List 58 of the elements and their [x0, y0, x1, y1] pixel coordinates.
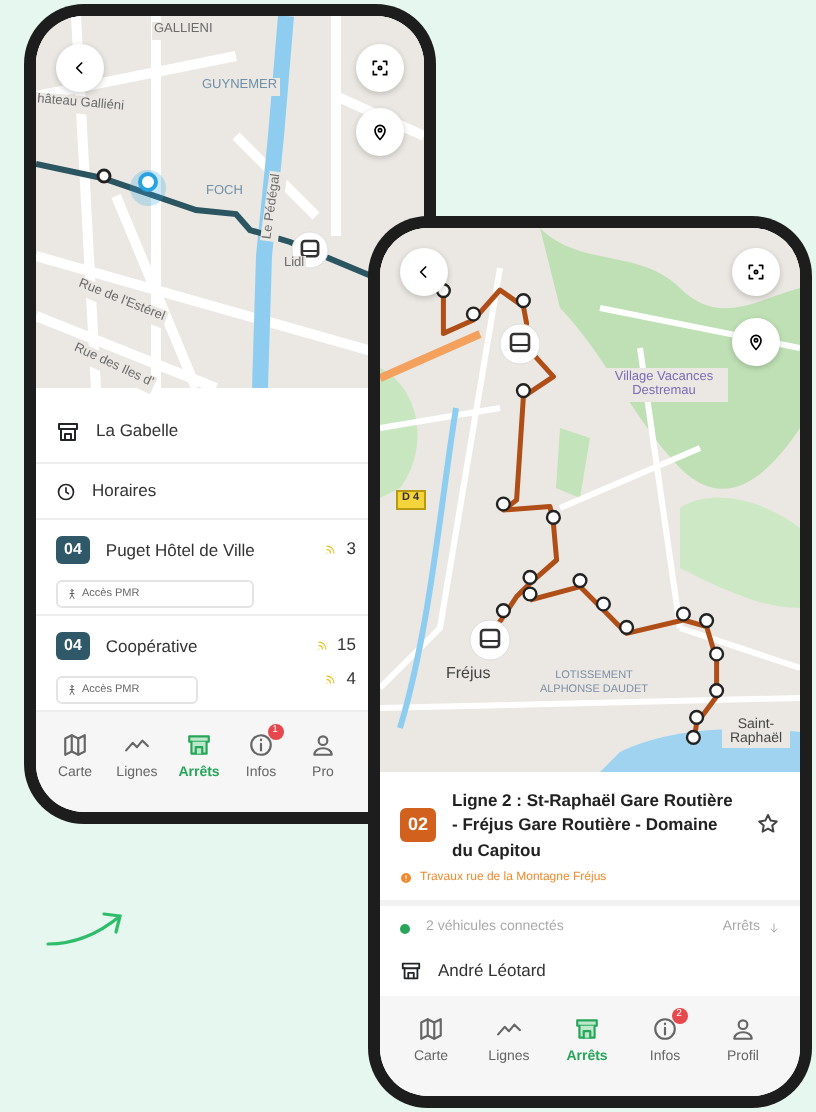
- line-number-badge: 02: [400, 807, 437, 842]
- stop-marker[interactable]: [685, 729, 701, 745]
- map-label: Fréjus: [444, 664, 493, 684]
- location-pin-marker[interactable]: [130, 170, 166, 206]
- route-title: Ligne 2 : St-Raphaël Gare Routière - Fréjus Gare Routière - Domaine du Capitou: [452, 788, 735, 862]
- map-icon: [62, 732, 88, 758]
- stop-marker[interactable]: [522, 569, 538, 585]
- map-icon: [418, 1016, 444, 1042]
- stop-marker[interactable]: [515, 293, 531, 309]
- stop-marker[interactable]: [495, 603, 511, 619]
- stop-title: La Gabelle: [96, 418, 179, 444]
- departure-time: 15: [337, 632, 356, 658]
- stop-marker[interactable]: [709, 646, 725, 662]
- schedule-label: Horaires: [92, 478, 157, 504]
- user-icon: [730, 1016, 756, 1042]
- stop-marker[interactable]: [465, 306, 481, 322]
- info-icon: [652, 1016, 678, 1042]
- stop-marker[interactable]: [495, 496, 511, 512]
- stop-marker[interactable]: [709, 683, 725, 699]
- shop-icon: [186, 732, 212, 758]
- location-pin-icon: [370, 122, 390, 142]
- stop-marker[interactable]: [699, 613, 715, 629]
- clock-icon: [56, 481, 76, 501]
- realtime-icon: [324, 671, 339, 686]
- stop-name: Puget Hôtel de Ville: [105, 537, 255, 563]
- focus-icon: [746, 262, 766, 282]
- person-icon: [66, 588, 78, 601]
- stop-marker[interactable]: [522, 586, 538, 602]
- bus-stop-marker[interactable]: [469, 619, 511, 661]
- info-icon: [248, 732, 274, 758]
- stop-marker[interactable]: [96, 168, 112, 184]
- line-number-badge: 04: [56, 632, 90, 660]
- status-dot: [400, 923, 410, 934]
- stop-marker[interactable]: [675, 606, 691, 622]
- line-number-badge: 04: [56, 536, 90, 564]
- arrow-down-icon: [768, 922, 780, 935]
- user-icon: [310, 732, 336, 758]
- shop-icon: [56, 419, 80, 443]
- focus-icon: [370, 58, 390, 78]
- person-icon: [66, 684, 78, 697]
- stop-marker[interactable]: [545, 509, 561, 525]
- stop-marker[interactable]: [572, 573, 588, 589]
- stop-name: Coopérative: [105, 633, 198, 659]
- realtime-icon: [324, 541, 339, 556]
- stop-marker[interactable]: [515, 383, 531, 399]
- stop-marker[interactable]: [619, 619, 635, 635]
- departure-time: 3: [346, 536, 356, 562]
- location-pin-icon: [746, 332, 766, 352]
- stop-name: André Léotard: [438, 958, 546, 985]
- warning-icon: [400, 872, 412, 885]
- stop-marker[interactable]: [689, 709, 705, 725]
- stop-marker[interactable]: [595, 596, 611, 612]
- bus-stop-marker[interactable]: [499, 323, 541, 365]
- star-icon: [756, 812, 780, 837]
- realtime-icon: [315, 637, 330, 652]
- departure-time: 4: [346, 665, 356, 691]
- shop-icon: [574, 1016, 600, 1042]
- shop-icon: [400, 960, 422, 983]
